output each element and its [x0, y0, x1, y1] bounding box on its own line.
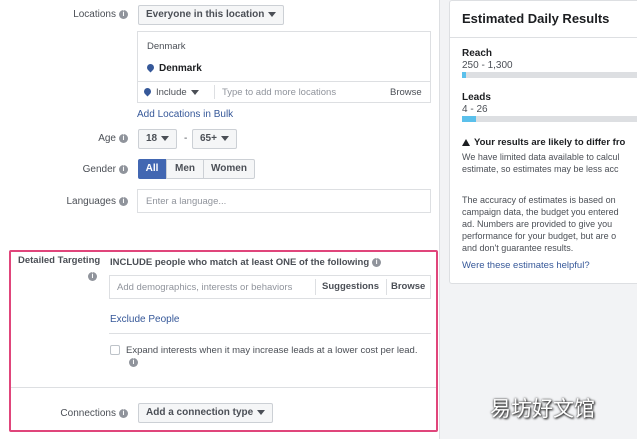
selected-location[interactable]: Denmark	[147, 63, 202, 74]
divider	[450, 37, 637, 38]
info-icon[interactable]: i	[119, 196, 128, 206]
reach-bar	[462, 72, 637, 78]
caret-down-icon	[220, 135, 229, 141]
warning-icon	[462, 138, 470, 146]
exclude-people-link[interactable]: Exclude People	[110, 314, 180, 325]
leads-label: Leads	[462, 92, 491, 103]
detailed-targeting-label: Detailed Targeting	[18, 255, 101, 266]
caret-down-icon	[190, 89, 199, 95]
divider	[11, 387, 436, 388]
languages-label: Languages i	[40, 196, 128, 207]
leads-bar	[462, 116, 637, 122]
divider	[109, 333, 431, 334]
leads-value: 4 - 26	[462, 104, 488, 115]
location-type-dropdown[interactable]: Everyone in this location	[138, 5, 285, 25]
include-dropdown[interactable]: Include	[144, 87, 199, 98]
divider	[214, 85, 215, 99]
info-icon[interactable]: i	[119, 408, 128, 418]
leads-bar-fill	[462, 116, 477, 122]
results-warning: Your results are likely to differ fro	[462, 137, 625, 148]
location-pin-icon	[144, 88, 151, 97]
add-locations-bulk-link[interactable]: Add Locations in Bulk	[137, 109, 233, 120]
info-icon[interactable]: i	[129, 358, 138, 367]
language-input[interactable]: Enter a language...	[137, 189, 431, 213]
age-min-dropdown[interactable]: 18	[138, 129, 178, 149]
locations-label: Locations i	[60, 9, 128, 20]
suggestions-button[interactable]: Suggestions	[322, 281, 379, 292]
info-icon[interactable]: i	[88, 272, 97, 281]
detailed-targeting-input[interactable]: Add demographics, interests or behaviors…	[109, 275, 431, 299]
caret-down-icon	[268, 11, 277, 17]
reach-value: 250 - 1,300	[462, 60, 513, 71]
info-icon[interactable]: i	[372, 257, 382, 267]
include-criteria-text: INCLUDE people who match at least ONE of…	[110, 257, 382, 268]
divider	[138, 81, 430, 82]
estimated-results-title: Estimated Daily Results	[462, 11, 610, 26]
info-icon[interactable]: i	[119, 164, 128, 174]
gender-men-button[interactable]: Men	[166, 159, 204, 179]
age-label: Age i	[60, 133, 128, 144]
reach-bar-fill	[462, 72, 466, 78]
age-max-dropdown[interactable]: 65+	[192, 129, 237, 149]
reach-label: Reach	[462, 48, 493, 59]
warning-description: We have limited data available to calcul…	[462, 152, 620, 174]
location-browse-button[interactable]: Browse	[390, 87, 422, 98]
info-icon[interactable]: i	[119, 9, 128, 19]
divider	[315, 279, 316, 295]
gender-women-button[interactable]: Women	[203, 159, 255, 179]
estimates-helpful-link[interactable]: Were these estimates helpful?	[462, 260, 590, 271]
age-dash: -	[184, 133, 188, 144]
accuracy-description: The accuracy of estimates is based on ca…	[462, 195, 619, 253]
add-connection-type-dropdown[interactable]: Add a connection type	[138, 403, 274, 423]
gender-all-button[interactable]: All	[138, 159, 166, 179]
ad-targeting-panel: Locations i Everyone in this location Den…	[0, 0, 440, 439]
detailed-browse-button[interactable]: Browse	[391, 281, 425, 292]
watermark-text: 易坊好文馆	[490, 397, 595, 421]
gender-label: Gender i	[50, 164, 128, 175]
divider	[386, 279, 387, 295]
expand-interests-text: Expand interests when it may increase le…	[126, 345, 418, 356]
connections-label: Connections i	[20, 408, 128, 419]
location-pin-icon	[147, 64, 154, 73]
caret-down-icon	[161, 135, 170, 141]
location-search-input[interactable]: Type to add more locations	[222, 87, 336, 98]
estimated-results-card: Estimated Daily Results Reach 250 - 1,30…	[449, 0, 637, 284]
expand-interests-checkbox[interactable]	[110, 345, 120, 355]
caret-down-icon	[257, 409, 266, 415]
country-header: Denmark	[147, 41, 186, 52]
info-icon[interactable]: i	[119, 133, 128, 143]
locations-box: Denmark Denmark Include Type to add more…	[137, 31, 431, 103]
